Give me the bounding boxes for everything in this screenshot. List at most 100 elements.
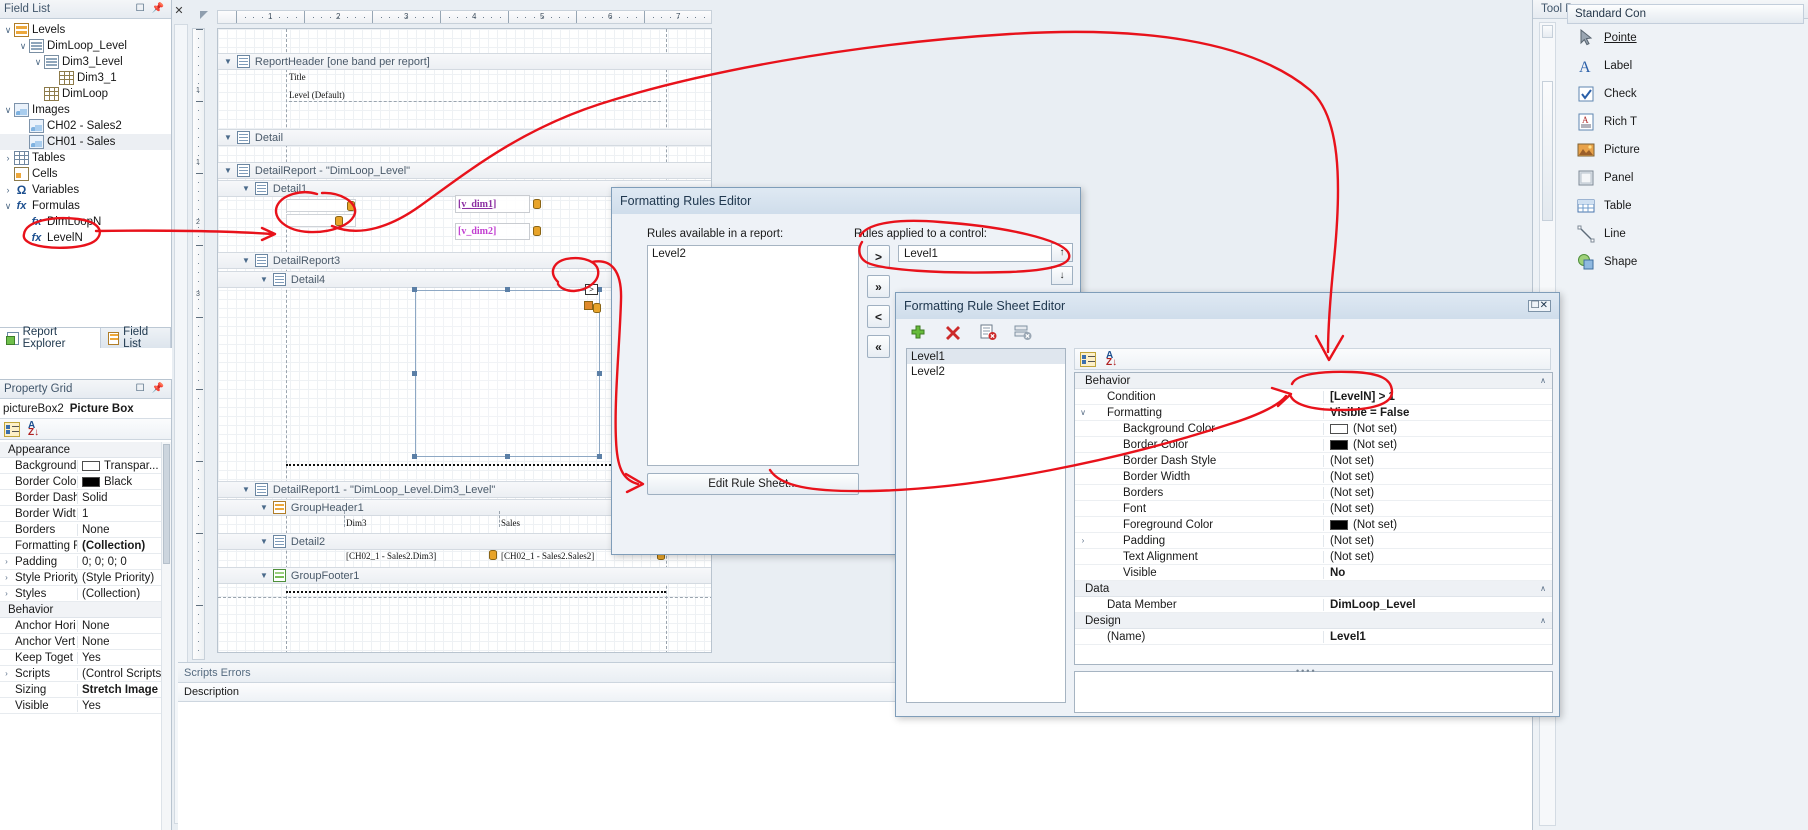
scroll-thumb[interactable] xyxy=(1542,81,1553,221)
property-row[interactable]: Keep Toget Yes xyxy=(0,650,171,666)
property-value[interactable]: Solid xyxy=(77,491,171,504)
property-row[interactable]: Border Dash Solid xyxy=(0,490,171,506)
band-collapse-icon[interactable]: ▼ xyxy=(260,571,268,580)
applied-rule-item[interactable]: Level1 xyxy=(898,245,1053,262)
property-grid-rows[interactable]: Appearance∧Background Transpar... Border C… xyxy=(0,442,171,830)
control-picturebox-1[interactable] xyxy=(286,199,356,212)
tool-box-item-check[interactable]: Check xyxy=(1563,80,1808,108)
field-list-node[interactable]: ∨ Levels xyxy=(0,22,171,38)
chevron-right-icon[interactable]: › xyxy=(0,557,13,566)
tool-box-item-panel[interactable]: Panel xyxy=(1563,164,1808,192)
field-list-node[interactable]: Dim3_1 xyxy=(0,70,171,86)
rule-property-row[interactable]: Visible No xyxy=(1075,565,1552,581)
property-value[interactable]: None xyxy=(77,523,171,536)
field-list-node[interactable]: ∨ Images xyxy=(0,102,171,118)
left-panel-tabs[interactable]: Report Explorer Field List xyxy=(0,326,171,350)
pin-icon[interactable]: 📌 xyxy=(152,4,164,14)
move-all-left-button[interactable]: « xyxy=(867,335,890,358)
rule-sheet-rules-listbox[interactable]: Level1 Level2 xyxy=(906,348,1066,703)
property-row[interactable]: Anchor Hori None xyxy=(0,618,171,634)
property-row[interactable]: › Padding 0; 0; 0; 0 xyxy=(0,554,171,570)
rule-property-value[interactable]: No xyxy=(1323,566,1552,579)
field-list-node[interactable]: › Ω Variables xyxy=(0,182,171,198)
property-value[interactable]: Transpar... xyxy=(77,459,171,472)
move-all-right-button[interactable]: » xyxy=(867,275,890,298)
rule-property-row[interactable]: Border Width (Not set) xyxy=(1075,469,1552,485)
band-collapse-icon[interactable]: ▼ xyxy=(260,503,268,512)
rule-property-group-header[interactable]: Behavior ∧ xyxy=(1075,373,1552,389)
chevron-down-icon[interactable]: ∨ xyxy=(32,57,44,68)
field-list-node[interactable]: Cells xyxy=(0,166,171,182)
rule-property-row[interactable]: Foreground Color (Not set) xyxy=(1075,517,1552,533)
band-collapse-icon[interactable]: ▼ xyxy=(260,275,268,284)
chevron-up-icon[interactable]: ∧ xyxy=(1540,584,1546,593)
rule-property-group-header[interactable]: Data ∧ xyxy=(1075,581,1552,597)
rule-property-value[interactable]: (Not set) xyxy=(1323,550,1552,563)
categorized-icon[interactable] xyxy=(4,421,20,437)
rule-sheet-rule-item[interactable]: Level1 xyxy=(907,349,1065,364)
control-dim3-header[interactable]: Dim3 xyxy=(346,518,367,528)
edit-rule-sheet-button[interactable]: Edit Rule Sheet... xyxy=(647,473,859,495)
band-collapse-icon[interactable]: ▼ xyxy=(242,184,250,193)
rule-property-row[interactable]: Font (Not set) xyxy=(1075,501,1552,517)
field-list-node[interactable]: DimLoop xyxy=(0,86,171,102)
property-value[interactable]: (Collection) xyxy=(77,539,171,552)
chevron-up-icon[interactable]: ∧ xyxy=(1540,376,1546,385)
resize-handle[interactable] xyxy=(597,454,602,459)
chevron-down-icon[interactable]: ∨ xyxy=(2,201,14,212)
property-value[interactable]: 0; 0; 0; 0 xyxy=(77,555,171,568)
band-collapse-icon[interactable]: ▼ xyxy=(242,485,250,494)
rule-property-value[interactable]: (Not set) xyxy=(1323,534,1552,547)
field-list-node[interactable]: CH02 - Sales2 xyxy=(0,118,171,134)
property-value[interactable]: Black xyxy=(77,475,171,488)
available-rule-item[interactable]: Level2 xyxy=(648,246,858,261)
resize-handle[interactable] xyxy=(597,371,602,376)
field-list-node[interactable]: CH01 - Sales xyxy=(0,134,171,150)
designer-band[interactable]: ▼ Detail xyxy=(218,129,711,146)
rule-property-grid[interactable]: Behavior ∧ Condition [LevelN] > 1 ∨ Formattin… xyxy=(1074,372,1553,665)
data-binding-icon[interactable] xyxy=(489,550,497,560)
rule-property-group-header[interactable]: Design ∧ xyxy=(1075,613,1552,629)
rule-property-value[interactable]: Level1 xyxy=(1323,630,1552,643)
clear-rules-icon[interactable] xyxy=(1014,323,1032,341)
chevron-up-icon[interactable]: ∧ xyxy=(1540,616,1546,625)
property-row[interactable]: › Style Priority (Style Priority) xyxy=(0,570,171,586)
tool-box-item-pointe[interactable]: Pointe xyxy=(1563,24,1808,52)
data-binding-icon[interactable] xyxy=(533,199,541,209)
tool-box-item-shape[interactable]: Shape xyxy=(1563,248,1808,276)
move-down-button[interactable]: ↓ xyxy=(1051,266,1073,285)
rule-property-row[interactable]: Background Color (Not set) xyxy=(1075,421,1552,437)
alphabetical-sort-icon[interactable]: A Z↓ xyxy=(28,420,42,437)
property-value[interactable]: None xyxy=(77,619,171,632)
edit-rule-icon[interactable] xyxy=(979,323,997,341)
rule-property-row[interactable]: Border Color (Not set) xyxy=(1075,437,1552,453)
selected-picture-box[interactable] xyxy=(415,290,600,457)
chevron-right-icon[interactable]: › xyxy=(2,153,14,163)
rule-property-value[interactable]: Visible = False xyxy=(1323,406,1552,419)
property-row[interactable]: › Scripts (Control Scripts) xyxy=(0,666,171,682)
control-level-default-label[interactable]: Level (Default) xyxy=(289,90,345,100)
rule-property-value[interactable]: (Not set) xyxy=(1323,438,1552,451)
designer-band[interactable]: ▼ GroupFooter1 xyxy=(218,567,711,584)
tab-field-list[interactable]: Field List xyxy=(101,326,171,350)
designer-band[interactable]: ▼ DetailReport - "DimLoop_Level" xyxy=(218,162,711,179)
rule-property-value[interactable]: (Not set) xyxy=(1323,518,1552,531)
control-title-label[interactable]: Title xyxy=(289,72,306,82)
rule-property-row[interactable]: ∨ Formatting Visible = False xyxy=(1075,405,1552,421)
rule-property-grid-toolbar[interactable]: A Z↓ xyxy=(1074,348,1551,370)
image-binding-icon[interactable] xyxy=(584,301,593,310)
chevron-right-icon[interactable]: › xyxy=(0,573,13,582)
tool-box-item-table[interactable]: Table xyxy=(1563,192,1808,220)
property-row[interactable]: Visible Yes xyxy=(0,698,171,714)
splitter-grip[interactable]: •••• xyxy=(1296,666,1326,676)
tab-report-explorer[interactable]: Report Explorer xyxy=(0,326,101,350)
tool-box-group-standard-controls[interactable]: Standard Con xyxy=(1567,4,1804,24)
rule-sheet-rule-item[interactable]: Level2 xyxy=(907,364,1065,379)
field-list-node[interactable]: ∨ DimLoop_Level xyxy=(0,38,171,54)
rule-property-row[interactable]: Text Alignment (Not set) xyxy=(1075,549,1552,565)
rule-property-value[interactable]: (Not set) xyxy=(1323,422,1552,435)
delete-rule-icon[interactable] xyxy=(944,323,962,341)
designer-close-icon[interactable]: ✕ xyxy=(172,0,186,22)
data-binding-icon[interactable] xyxy=(593,303,601,313)
property-value[interactable]: None xyxy=(77,635,171,648)
